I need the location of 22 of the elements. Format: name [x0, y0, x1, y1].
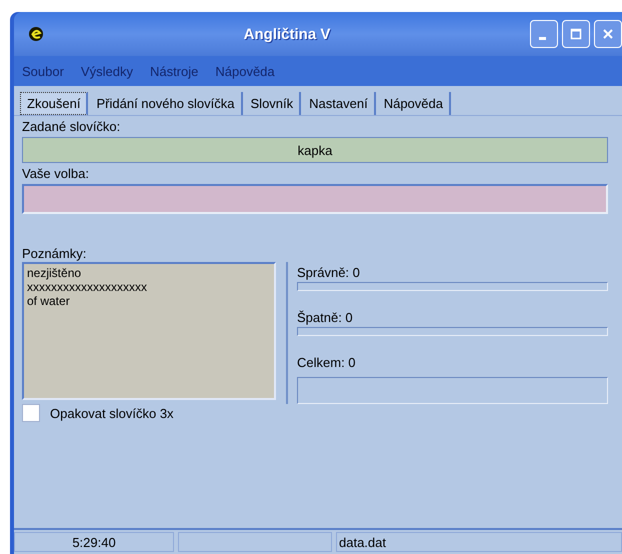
checkbox-label: Opakovat slovíčko 3x — [50, 406, 174, 420]
status-time: 5:29:40 — [14, 532, 174, 552]
field-label: Vaše volba: — [22, 166, 90, 182]
minimize-icon — [538, 36, 546, 40]
answer-field[interactable] — [22, 184, 608, 214]
app-icon — [28, 26, 44, 42]
maximize-button[interactable] — [562, 20, 590, 48]
status-file: data.dat — [336, 532, 622, 552]
stat-label: Správně: 0 — [297, 265, 361, 281]
maximize-icon — [570, 28, 582, 40]
checkbox[interactable] — [22, 404, 40, 422]
minimize-button[interactable] — [530, 20, 558, 48]
notes-label: Poznámky: — [22, 246, 88, 262]
given-word-field: kapka — [22, 137, 608, 163]
close-button[interactable] — [594, 20, 622, 48]
field-label: Zadané slovíčko: — [22, 119, 122, 135]
close-icon — [602, 28, 614, 40]
tab[interactable]: Zkoušení — [20, 92, 88, 115]
stat-label: Špatně: 0 — [297, 310, 354, 326]
stat-label: Celkem: 0 — [297, 355, 357, 372]
window-title: Angličtina V — [242, 26, 332, 42]
notes-field[interactable]: nezjištěno xxxxxxxxxxxxxxxxxxxx of water — [22, 262, 276, 400]
